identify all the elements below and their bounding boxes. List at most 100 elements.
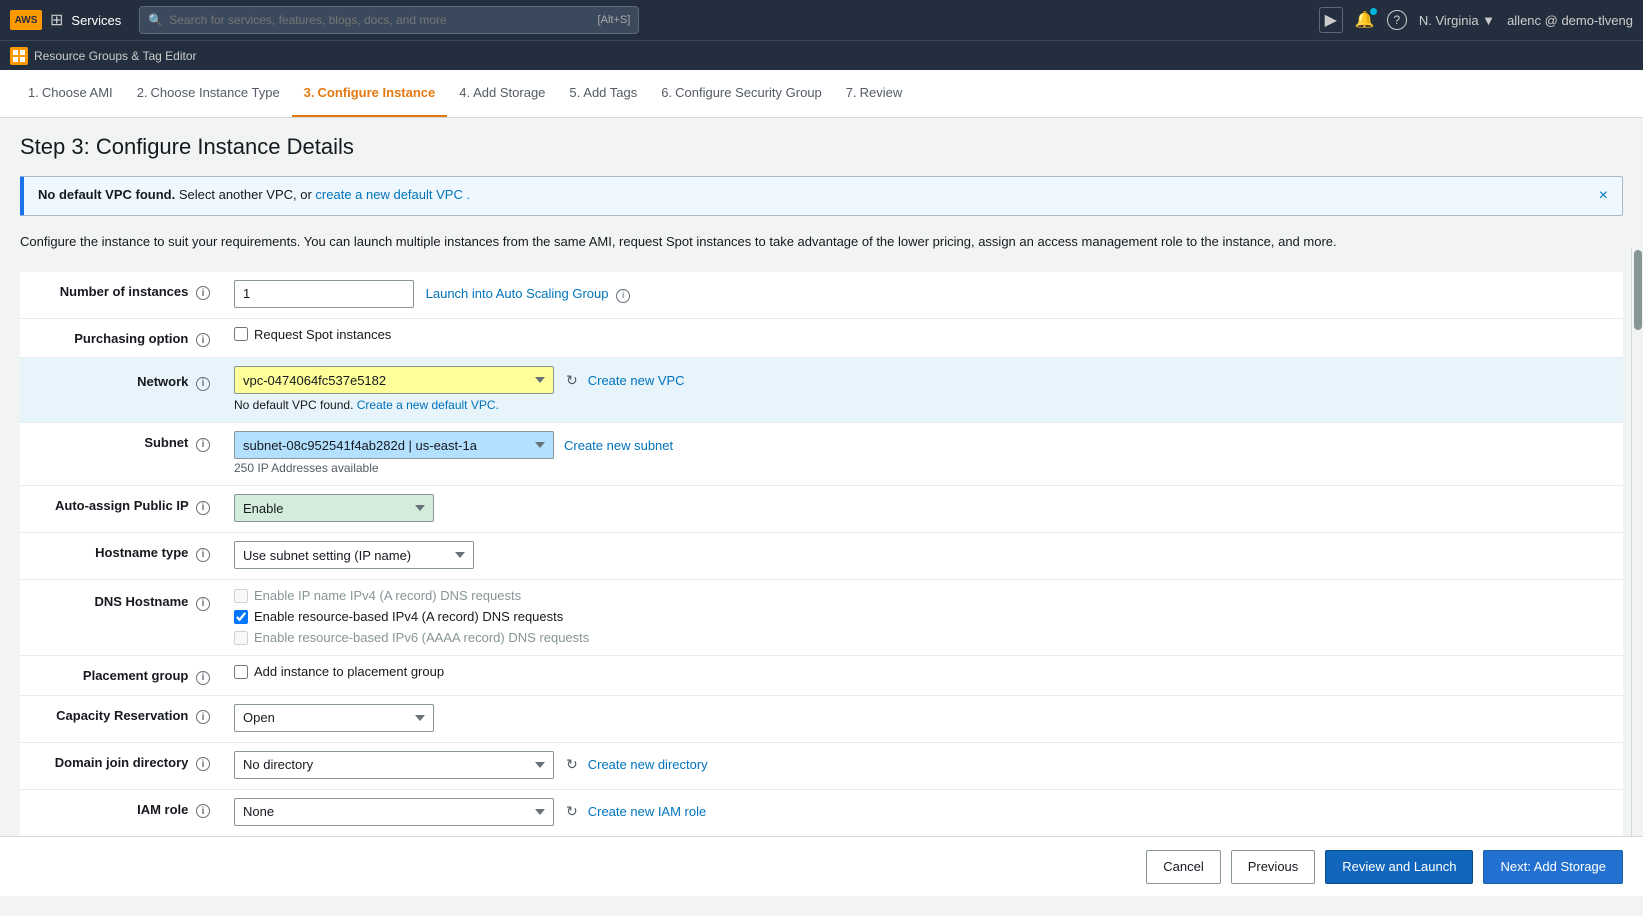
wizard-steps: 1. Choose AMI 2. Choose Instance Type 3.…	[0, 70, 1643, 118]
spot-instances-checkbox[interactable]	[234, 327, 248, 341]
dns3-label: Enable resource-based IPv6 (AAAA record)…	[234, 630, 1609, 645]
hostname-select[interactable]: Use subnet setting (IP name)	[234, 541, 474, 569]
resource-bar-label: Resource Groups & Tag Editor	[34, 49, 197, 63]
info-num-instances[interactable]: i	[196, 286, 210, 300]
info-subnet[interactable]: i	[196, 438, 210, 452]
user-menu[interactable]: allenc @ demo-tlveng	[1507, 13, 1633, 28]
capacity-select[interactable]: Open	[234, 704, 434, 732]
info-auto-scaling[interactable]: i	[616, 289, 630, 303]
value-placement: Add instance to placement group	[220, 656, 1623, 696]
step-1-choose-ami[interactable]: 1. Choose AMI	[16, 70, 125, 117]
info-purchasing[interactable]: i	[196, 333, 210, 347]
info-iam[interactable]: i	[196, 804, 210, 818]
label-capacity: Capacity Reservation i	[20, 695, 220, 742]
label-public-ip: Auto-assign Public IP i	[20, 486, 220, 533]
iam-refresh-icon[interactable]: ↻	[566, 803, 578, 820]
iam-select[interactable]: None	[234, 798, 554, 826]
info-domain[interactable]: i	[196, 757, 210, 771]
label-subnet: Subnet i	[20, 423, 220, 486]
info-placement[interactable]: i	[196, 671, 210, 685]
value-domain: No directory ↻ Create new directory	[220, 742, 1623, 789]
dns2-checkbox[interactable]	[234, 610, 248, 624]
services-nav-label[interactable]: Services	[71, 13, 121, 28]
label-domain: Domain join directory i	[20, 742, 220, 789]
value-capacity: Open	[220, 695, 1623, 742]
auto-scaling-link[interactable]: Launch into Auto Scaling Group	[426, 286, 609, 301]
aws-logo: AWS	[10, 10, 42, 30]
label-network: Network i	[20, 358, 220, 423]
notification-dot	[1370, 8, 1377, 15]
previous-button[interactable]: Previous	[1231, 850, 1316, 884]
value-num-instances: Launch into Auto Scaling Group i	[220, 272, 1623, 319]
region-selector[interactable]: N. Virginia ▼	[1419, 13, 1495, 28]
domain-select[interactable]: No directory	[234, 751, 554, 779]
placement-group-label[interactable]: Add instance to placement group	[234, 664, 1609, 679]
grid-icon[interactable]: ⊞	[50, 10, 63, 30]
public-ip-select[interactable]: Enable	[234, 494, 434, 522]
form-row-num-instances: Number of instances i Launch into Auto S…	[20, 272, 1623, 319]
dns1-checkbox	[234, 589, 248, 603]
form-row-hostname: Hostname type i Use subnet setting (IP n…	[20, 533, 1623, 580]
info-hostname[interactable]: i	[196, 548, 210, 562]
form-row-dns-hostname: DNS Hostname i Enable IP name IPv4 (A re…	[20, 580, 1623, 656]
alert-rest: Select another VPC, or	[179, 187, 316, 202]
search-shortcut: [Alt+S]	[598, 14, 631, 26]
label-placement: Placement group i	[20, 656, 220, 696]
search-bar[interactable]: 🔍 [Alt+S]	[139, 6, 639, 34]
value-subnet: subnet-08c952541f4ab282d | us-east-1a Cr…	[220, 423, 1623, 486]
value-purchasing: Request Spot instances	[220, 318, 1623, 358]
alert-close-button[interactable]: ×	[1599, 187, 1608, 205]
scrollbar-thumb[interactable]	[1634, 250, 1642, 330]
form-row-iam: IAM role i None ↻ Create new IAM role	[20, 789, 1623, 836]
info-capacity[interactable]: i	[196, 710, 210, 724]
scrollbar[interactable]	[1631, 248, 1643, 848]
search-input[interactable]	[169, 13, 589, 27]
review-launch-button[interactable]: Review and Launch	[1325, 850, 1473, 884]
form-row-public-ip: Auto-assign Public IP i Enable	[20, 486, 1623, 533]
top-navigation: AWS ⊞ Services 🔍 [Alt+S] ▶ 🔔 ? N. Virgin…	[0, 0, 1643, 40]
subnet-select[interactable]: subnet-08c952541f4ab282d | us-east-1a	[234, 431, 554, 459]
dns2-label[interactable]: Enable resource-based IPv4 (A record) DN…	[234, 609, 1609, 624]
form-row-domain: Domain join directory i No directory ↻ C…	[20, 742, 1623, 789]
step-7-review[interactable]: 7. Review	[834, 70, 914, 117]
notifications-bell[interactable]: 🔔	[1355, 10, 1375, 30]
value-public-ip: Enable	[220, 486, 1623, 533]
create-new-subnet-link[interactable]: Create new subnet	[564, 438, 673, 453]
create-new-iam-link[interactable]: Create new IAM role	[588, 804, 707, 819]
search-icon: 🔍	[148, 13, 163, 27]
network-refresh-icon[interactable]: ↻	[566, 372, 578, 389]
help-icon[interactable]: ?	[1387, 10, 1407, 30]
label-iam: IAM role i	[20, 789, 220, 836]
no-default-vpc-alert: No default VPC found. Select another VPC…	[20, 176, 1623, 216]
bottom-action-bar: Cancel Previous Review and Launch Next: …	[0, 836, 1643, 896]
cloud-shell-icon[interactable]: ▶	[1319, 7, 1343, 33]
info-dns-hostname[interactable]: i	[196, 597, 210, 611]
dns1-label: Enable IP name IPv4 (A record) DNS reque…	[234, 588, 1609, 603]
domain-refresh-icon[interactable]: ↻	[566, 756, 578, 773]
page-content: Step 3: Configure Instance Details No de…	[0, 118, 1643, 916]
create-default-vpc-sub-link[interactable]: Create a new default VPC.	[357, 398, 499, 412]
cancel-button[interactable]: Cancel	[1146, 850, 1220, 884]
step-3-configure-instance[interactable]: 3. Configure Instance	[292, 70, 448, 117]
create-new-directory-link[interactable]: Create new directory	[588, 757, 708, 772]
num-instances-input[interactable]	[234, 280, 414, 308]
form-row-subnet: Subnet i subnet-08c952541f4ab282d | us-e…	[20, 423, 1623, 486]
network-select[interactable]: vpc-0474064fc537e5182	[234, 366, 554, 394]
next-add-storage-button[interactable]: Next: Add Storage	[1483, 850, 1623, 884]
value-iam: None ↻ Create new IAM role	[220, 789, 1623, 836]
form-row-capacity: Capacity Reservation i Open	[20, 695, 1623, 742]
step-4-add-storage[interactable]: 4. Add Storage	[447, 70, 557, 117]
step-2-choose-instance[interactable]: 2. Choose Instance Type	[125, 70, 292, 117]
label-num-instances: Number of instances i	[20, 272, 220, 319]
spot-instances-label[interactable]: Request Spot instances	[234, 327, 1609, 342]
create-default-vpc-link[interactable]: create a new default VPC .	[315, 187, 470, 202]
info-network[interactable]: i	[196, 377, 210, 391]
top-nav-right: ▶ 🔔 ? N. Virginia ▼ allenc @ demo-tlveng	[1319, 7, 1633, 33]
info-public-ip[interactable]: i	[196, 501, 210, 515]
create-new-vpc-link[interactable]: Create new VPC	[588, 373, 685, 388]
alert-message: No default VPC found. Select another VPC…	[38, 187, 470, 202]
placement-group-checkbox[interactable]	[234, 665, 248, 679]
network-sub-alert: No default VPC found. Create a new defau…	[234, 398, 1609, 412]
step-5-add-tags[interactable]: 5. Add Tags	[557, 70, 649, 117]
step-6-security-group[interactable]: 6. Configure Security Group	[649, 70, 834, 117]
